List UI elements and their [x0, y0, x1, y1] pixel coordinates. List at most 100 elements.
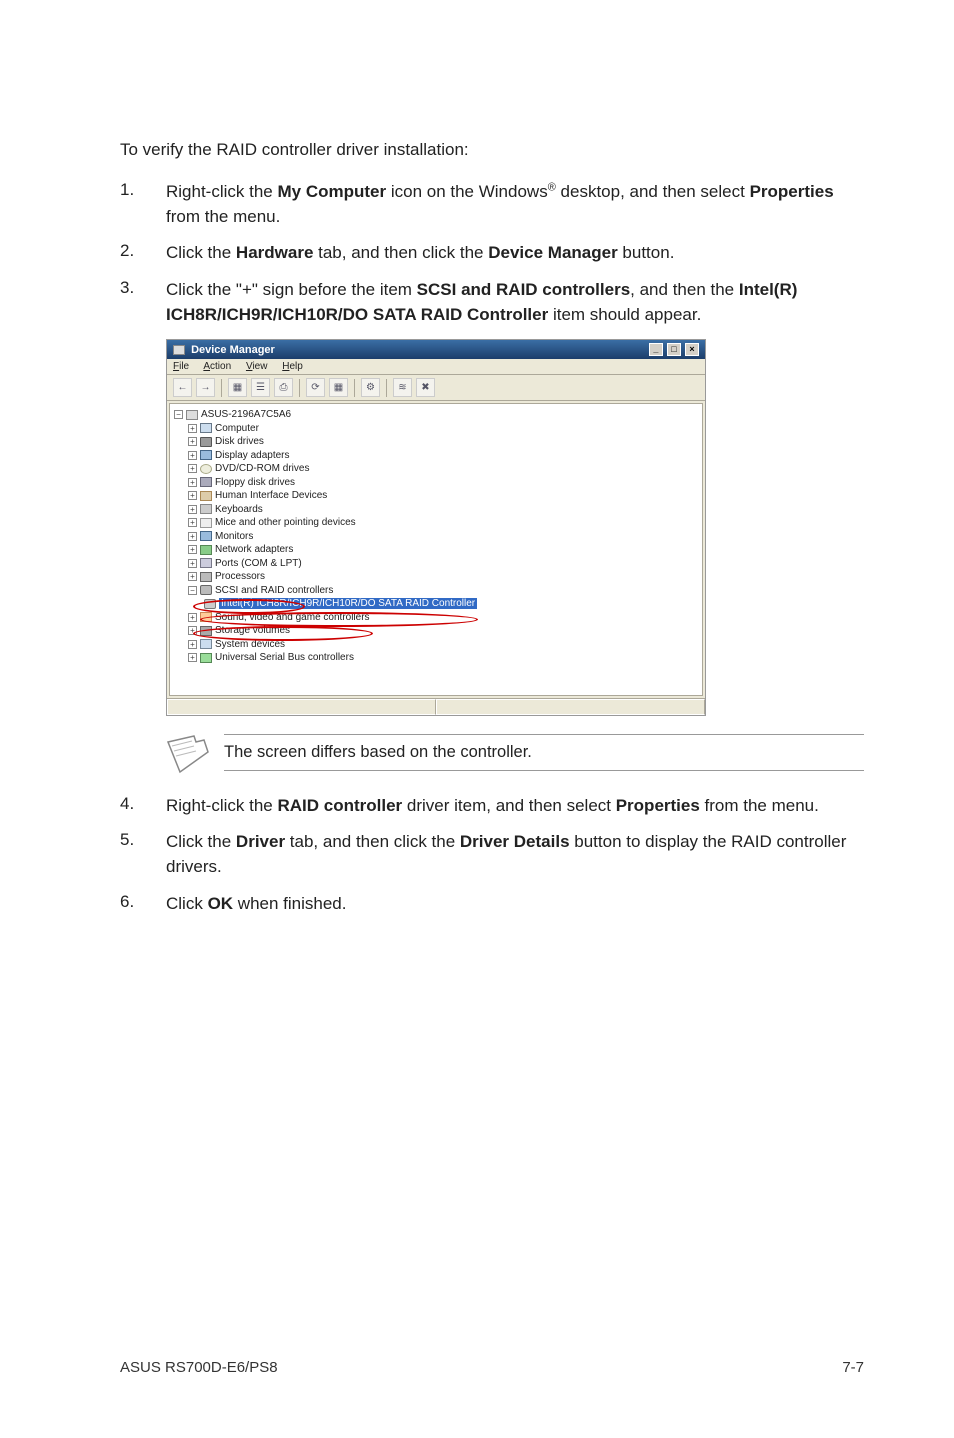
tree-node[interactable]: +Floppy disk drives — [174, 476, 698, 490]
label: Mice and other pointing devices — [215, 517, 356, 528]
expand-icon[interactable]: + — [188, 451, 197, 460]
expand-icon[interactable]: + — [188, 464, 197, 473]
step-body: Click the Driver tab, and then click the… — [166, 830, 864, 879]
tree-node[interactable]: + Mice and other pointing devices — [174, 516, 698, 530]
collapse-icon[interactable]: − — [188, 586, 197, 595]
expand-icon[interactable]: + — [188, 653, 197, 662]
tree-node[interactable]: + Monitors — [174, 530, 698, 544]
menu-view[interactable]: View — [246, 361, 268, 372]
expand-icon[interactable]: + — [188, 505, 197, 514]
step-body: Right-click the My Computer icon on the … — [166, 180, 864, 229]
b: Hardware — [236, 243, 313, 262]
tree-node[interactable]: +Network adapters — [174, 543, 698, 557]
forward-button[interactable]: → — [196, 378, 215, 397]
menu-file[interactable]: File — [173, 361, 189, 372]
t: from the menu. — [700, 796, 819, 815]
tree-root[interactable]: −ASUS-2196A7C5A6 — [174, 408, 698, 422]
device-manager-window: Device Manager _ □ × File Action View He… — [166, 339, 706, 716]
expand-icon[interactable]: + — [188, 626, 197, 635]
label: Processors — [215, 571, 265, 582]
sup: ® — [548, 181, 556, 193]
expand-icon[interactable]: + — [188, 424, 197, 433]
label: Monitors — [215, 531, 253, 542]
storage-icon — [200, 626, 212, 636]
tree-node[interactable]: + Computer — [174, 422, 698, 436]
tree-node[interactable]: +Universal Serial Bus controllers — [174, 651, 698, 665]
tool-icon[interactable]: ✖ — [416, 378, 435, 397]
step-body: Right-click the RAID controller driver i… — [166, 794, 864, 819]
expand-icon[interactable]: + — [188, 545, 197, 554]
step-4: 4. Right-click the RAID controller drive… — [120, 794, 864, 819]
print-icon[interactable]: ⎙ — [274, 378, 293, 397]
tool-icon[interactable]: ≋ — [393, 378, 412, 397]
maximize-button[interactable]: □ — [667, 343, 681, 356]
tree-node[interactable]: +System devices — [174, 638, 698, 652]
label: Keyboards — [215, 504, 263, 515]
step-num: 4. — [120, 794, 166, 819]
note-text: The screen differs based on the controll… — [224, 734, 864, 771]
network-icon — [200, 545, 212, 555]
b: Driver — [236, 832, 285, 851]
step-num: 1. — [120, 180, 166, 229]
tree-node[interactable]: +DVD/CD-ROM drives — [174, 462, 698, 476]
tree-node[interactable]: +Ports (COM & LPT) — [174, 557, 698, 571]
step-6: 6. Click OK when finished. — [120, 892, 864, 917]
expand-icon[interactable]: + — [188, 640, 197, 649]
menu-action[interactable]: Action — [203, 361, 231, 372]
label: Disk drives — [215, 436, 264, 447]
step-num: 6. — [120, 892, 166, 917]
minimize-button[interactable]: _ — [649, 343, 663, 356]
separator — [221, 379, 222, 397]
device-tree[interactable]: −ASUS-2196A7C5A6 +Computer +Disk drives … — [169, 403, 703, 696]
tree-node[interactable]: +Display adapters — [174, 449, 698, 463]
cpu-icon — [200, 572, 212, 582]
step-body: Click the "+" sign before the item SCSI … — [166, 278, 864, 327]
tree-node[interactable]: + Disk drives — [174, 435, 698, 449]
b: Properties — [750, 182, 834, 201]
expand-icon[interactable]: + — [188, 613, 197, 622]
scan-icon[interactable]: ⚙ — [361, 378, 380, 397]
disk-icon — [200, 437, 212, 447]
step-5: 5. Click the Driver tab, and then click … — [120, 830, 864, 879]
mouse-icon — [200, 518, 212, 528]
step-2: 2. Click the Hardware tab, and then clic… — [120, 241, 864, 266]
expand-icon[interactable]: + — [188, 491, 197, 500]
usb-icon — [200, 653, 212, 663]
back-button[interactable]: ← — [173, 378, 192, 397]
expand-icon[interactable]: + — [188, 572, 197, 581]
tool-icon[interactable]: ▦ — [228, 378, 247, 397]
tree-node-scsi[interactable]: −SCSI and RAID controllers — [174, 584, 698, 598]
expand-icon[interactable]: + — [188, 518, 197, 527]
keyboard-icon — [200, 504, 212, 514]
display-icon — [200, 450, 212, 460]
tree-node[interactable]: +Storage volumes — [174, 624, 698, 638]
window-titlebar[interactable]: Device Manager _ □ × — [167, 340, 705, 359]
t: when finished. — [233, 894, 346, 913]
b: Properties — [616, 796, 700, 815]
menu-help[interactable]: Help — [282, 361, 303, 372]
label: Computer — [215, 423, 259, 434]
tool-icon[interactable]: ▦ — [329, 378, 348, 397]
tree-node-raid-controller[interactable]: Intel(R) ICH8R/ICH9R/ICH10R/DO SATA RAID… — [174, 597, 698, 611]
collapse-icon[interactable]: − — [174, 410, 183, 419]
expand-icon[interactable]: + — [188, 478, 197, 487]
step-1: 1. Right-click the My Computer icon on t… — [120, 180, 864, 229]
tree-node[interactable]: +Sound, video and game controllers — [174, 611, 698, 625]
tree-node[interactable]: + Keyboards — [174, 503, 698, 517]
refresh-icon[interactable]: ⟳ — [306, 378, 325, 397]
tree-node[interactable]: +Human Interface Devices — [174, 489, 698, 503]
toolbar: ← → ▦ ☰ ⎙ ⟳ ▦ ⚙ ≋ ✖ — [167, 375, 705, 401]
t: desktop, and then select — [556, 182, 750, 201]
tree-node[interactable]: + Processors — [174, 570, 698, 584]
note-icon — [166, 734, 210, 774]
expand-icon[interactable]: + — [188, 559, 197, 568]
expand-icon[interactable]: + — [188, 532, 197, 541]
close-button[interactable]: × — [685, 343, 699, 356]
b: SCSI and RAID controllers — [417, 280, 630, 299]
expand-icon[interactable]: + — [188, 437, 197, 446]
step-num: 2. — [120, 241, 166, 266]
t: Right-click the — [166, 182, 277, 201]
t: , and then the — [630, 280, 739, 299]
properties-icon[interactable]: ☰ — [251, 378, 270, 397]
scsi-icon — [200, 585, 212, 595]
